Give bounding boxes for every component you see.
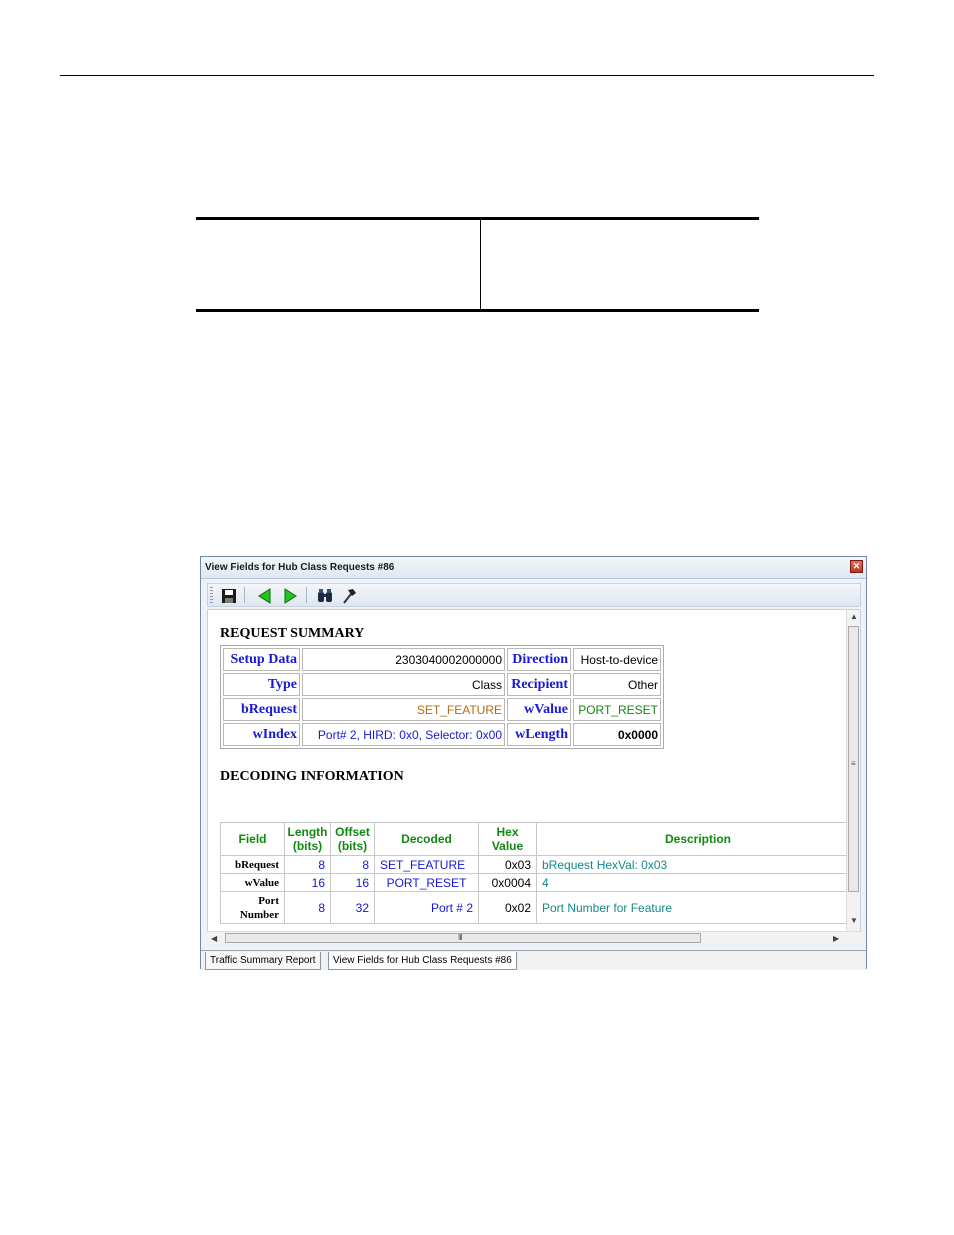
horizontal-scrollbar[interactable]: ◀ III ▶ bbox=[207, 931, 861, 944]
offset-header-line2: (bits) bbox=[337, 839, 368, 853]
hex-header-line1: Hex bbox=[496, 825, 519, 839]
table-row: wIndex Port# 2, HIRD: 0x0, Selector: 0x0… bbox=[223, 723, 661, 746]
content-pane[interactable]: REQUEST SUMMARY Setup Data 2303040002000… bbox=[207, 609, 861, 944]
arrow-left-icon[interactable] bbox=[256, 587, 274, 605]
field-name-line2: Number bbox=[239, 908, 279, 921]
table-row[interactable]: wValue 16 16 PORT_RESET 0x0004 4 bbox=[220, 873, 860, 892]
length-cell: 8 bbox=[284, 891, 331, 924]
hex-cell: 0x02 bbox=[478, 891, 537, 924]
field-header-label: Field bbox=[238, 832, 267, 846]
field-cell: wValue bbox=[220, 873, 285, 892]
empty-ruled-table bbox=[196, 217, 759, 312]
decoded-cell: PORT_RESET bbox=[374, 873, 479, 892]
field-column-header[interactable]: Field bbox=[220, 822, 285, 856]
field-name: Port bbox=[258, 894, 279, 907]
window-title: View Fields for Hub Class Requests #86 bbox=[205, 562, 395, 573]
length-header-line1: Length bbox=[287, 825, 328, 839]
request-summary-table: Setup Data 2303040002000000 Direction Ho… bbox=[220, 645, 664, 749]
wvalue-value: PORT_RESET bbox=[573, 698, 661, 721]
field-cell: Port Number bbox=[220, 891, 285, 924]
scroll-down-icon[interactable]: ▼ bbox=[850, 916, 858, 925]
brequest-value: SET_FEATURE bbox=[302, 698, 505, 721]
page-header-rule bbox=[60, 75, 874, 76]
table-row[interactable]: Port Number 8 32 Port # 2 0x02 Port Numbe… bbox=[220, 891, 860, 924]
offset-header-line1: Offset bbox=[335, 825, 370, 839]
type-value: Class bbox=[302, 673, 505, 696]
length-cell: 8 bbox=[284, 855, 331, 874]
offset-cell: 8 bbox=[330, 855, 375, 874]
offset-cell: 16 bbox=[330, 873, 375, 892]
offset-column-header[interactable]: Offset (bits) bbox=[330, 822, 375, 856]
toolbar bbox=[207, 583, 861, 607]
length-header-line2: (bits) bbox=[292, 839, 323, 853]
windex-label: wIndex bbox=[223, 723, 300, 746]
field-name: wValue bbox=[244, 876, 279, 889]
window-tab-bar: Traffic Summary Report View Fields for H… bbox=[201, 950, 866, 970]
field-name: bRequest bbox=[234, 858, 279, 871]
window-titlebar[interactable]: View Fields for Hub Class Requests #86 ✕ bbox=[201, 557, 866, 579]
scroll-left-icon[interactable]: ◀ bbox=[211, 934, 217, 943]
setup-data-label: Setup Data bbox=[223, 648, 300, 671]
direction-label: Direction bbox=[507, 648, 571, 671]
direction-value: Host-to-device bbox=[573, 648, 661, 671]
type-label: Type bbox=[223, 673, 300, 696]
recipient-label: Recipient bbox=[507, 673, 571, 696]
description-column-header[interactable]: Description bbox=[536, 822, 860, 856]
scroll-grip-icon: ≡ bbox=[851, 759, 856, 768]
field-cell: bRequest bbox=[220, 855, 285, 874]
scroll-grip-icon: III bbox=[458, 933, 463, 942]
decoding-table: Field Length (bits) Offset (bits) Decoded … bbox=[220, 822, 860, 924]
decoding-information-title: DECODING INFORMATION bbox=[220, 769, 404, 784]
view-fields-window: View Fields for Hub Class Requests #86 ✕ bbox=[200, 556, 867, 970]
table-divider bbox=[480, 220, 481, 309]
table-row[interactable]: bRequest 8 8 SET_FEATURE 0x03 bRequest H… bbox=[220, 855, 860, 874]
vertical-scroll-thumb[interactable]: ≡ bbox=[848, 626, 859, 892]
arrow-right-icon[interactable] bbox=[281, 587, 299, 605]
hammer-icon[interactable] bbox=[340, 587, 358, 605]
wlength-value: 0x0000 bbox=[573, 723, 661, 746]
toolbar-grip[interactable] bbox=[210, 587, 213, 603]
offset-cell: 32 bbox=[330, 891, 375, 924]
tab-view-fields[interactable]: View Fields for Hub Class Requests #86 bbox=[328, 952, 517, 970]
length-cell: 16 bbox=[284, 873, 331, 892]
hex-header-line2: Value bbox=[491, 839, 524, 853]
decoded-header-label: Decoded bbox=[401, 832, 452, 846]
hex-cell: 0x03 bbox=[478, 855, 537, 874]
request-summary-title: REQUEST SUMMARY bbox=[220, 626, 365, 641]
wlength-label: wLength bbox=[507, 723, 571, 746]
hex-column-header[interactable]: Hex Value bbox=[478, 822, 537, 856]
setup-data-value: 2303040002000000 bbox=[302, 648, 505, 671]
description-header-label: Description bbox=[664, 832, 731, 846]
table-row: Type Class Recipient Other bbox=[223, 673, 661, 696]
table-header-row: Field Length (bits) Offset (bits) Decoded … bbox=[220, 822, 860, 856]
save-icon[interactable] bbox=[220, 587, 238, 605]
toolbar-separator bbox=[244, 587, 245, 603]
scroll-right-icon[interactable]: ▶ bbox=[833, 934, 839, 943]
close-icon[interactable]: ✕ bbox=[850, 560, 863, 573]
hex-cell: 0x0004 bbox=[478, 873, 537, 892]
description-cell: 4 bbox=[536, 873, 860, 892]
table-row: bRequest SET_FEATURE wValue PORT_RESET bbox=[223, 698, 661, 721]
decoded-cell: Port # 2 bbox=[374, 891, 479, 924]
description-cell: bRequest HexVal: 0x03 bbox=[536, 855, 860, 874]
wvalue-label: wValue bbox=[507, 698, 571, 721]
vertical-scrollbar[interactable]: ▲ ≡ ▼ bbox=[846, 610, 860, 943]
description-cell: Port Number for Feature bbox=[536, 891, 860, 924]
binoculars-icon[interactable] bbox=[316, 587, 334, 605]
length-column-header[interactable]: Length (bits) bbox=[284, 822, 331, 856]
recipient-value: Other bbox=[573, 673, 661, 696]
windex-value: Port# 2, HIRD: 0x0, Selector: 0x00 bbox=[302, 723, 505, 746]
brequest-label: bRequest bbox=[223, 698, 300, 721]
decoded-cell: SET_FEATURE bbox=[374, 855, 479, 874]
decoded-column-header[interactable]: Decoded bbox=[374, 822, 479, 856]
table-row: Setup Data 2303040002000000 Direction Ho… bbox=[223, 648, 661, 671]
horizontal-scroll-thumb[interactable]: III bbox=[225, 933, 701, 943]
scroll-up-icon[interactable]: ▲ bbox=[850, 612, 858, 621]
toolbar-separator bbox=[306, 587, 307, 603]
tab-traffic-summary-report[interactable]: Traffic Summary Report bbox=[205, 952, 321, 970]
